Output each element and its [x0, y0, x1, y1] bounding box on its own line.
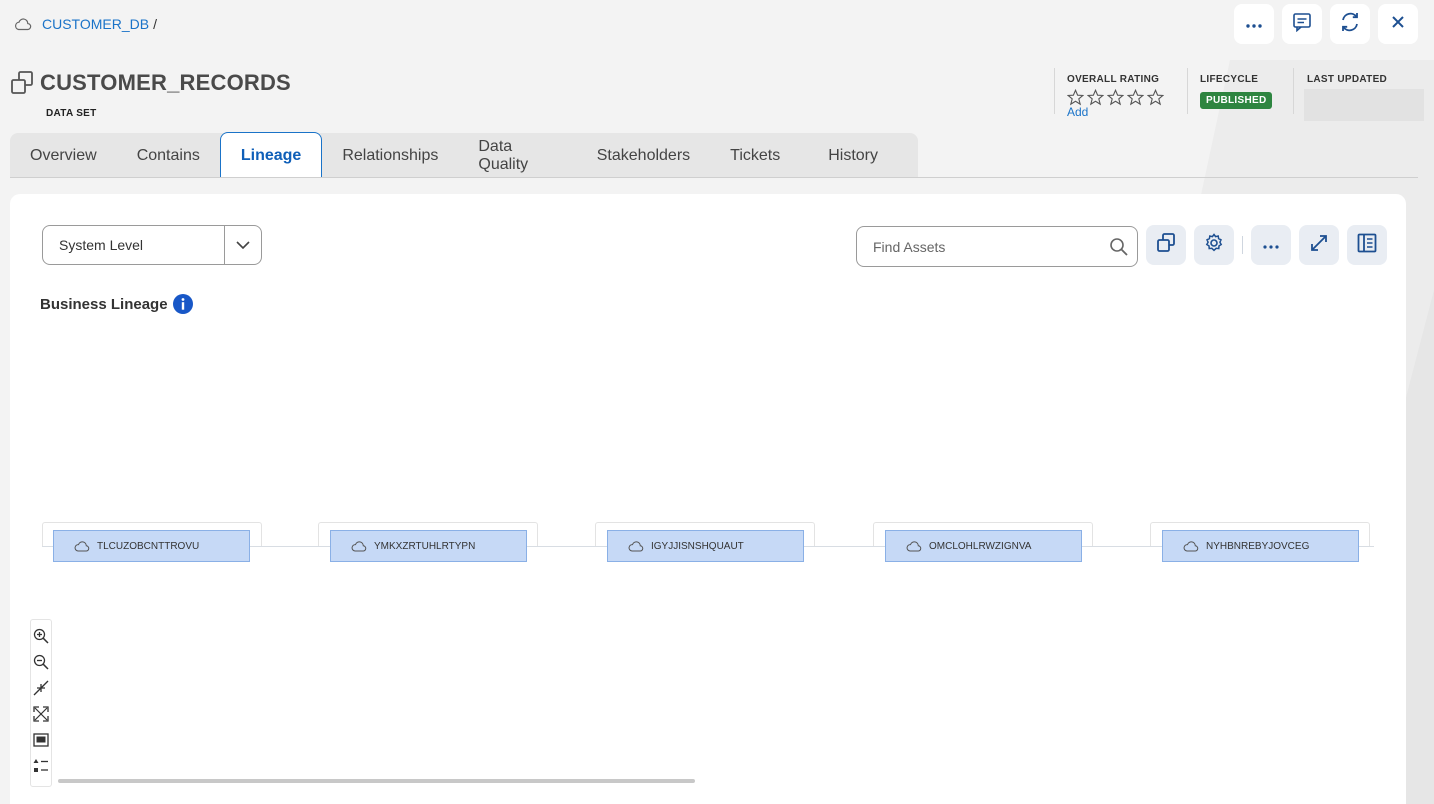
add-rating-link[interactable]: Add: [1067, 105, 1164, 119]
star-icon[interactable]: [1147, 89, 1164, 106]
side-panel-button[interactable]: [1347, 225, 1387, 265]
star-icon[interactable]: [1107, 89, 1124, 106]
status-badge: PUBLISHED: [1200, 92, 1273, 109]
breadcrumb: CUSTOMER_DB /: [14, 16, 157, 32]
close-button[interactable]: [1378, 4, 1418, 44]
cloud-icon: [906, 540, 922, 552]
tab-relationships[interactable]: Relationships: [322, 133, 458, 178]
legend-icon[interactable]: [32, 756, 50, 776]
chevron-down-icon[interactable]: [224, 226, 261, 264]
breadcrumb-separator: /: [153, 16, 157, 32]
search-input[interactable]: [857, 227, 1101, 266]
meta-divider: [1293, 68, 1294, 114]
comment-icon: [1292, 12, 1312, 37]
section-title: Business Lineage: [40, 294, 193, 314]
tab-underline: [10, 177, 1418, 178]
tab-stakeholders[interactable]: Stakeholders: [577, 133, 710, 178]
expand-button[interactable]: [1299, 225, 1339, 265]
star-icon[interactable]: [1067, 89, 1084, 106]
lifecycle-label: LIFECYCLE: [1200, 74, 1259, 85]
copy-lineage-button[interactable]: [1146, 225, 1186, 265]
node-label: TLCUZOBCNTTROVU: [97, 540, 200, 552]
settings-button[interactable]: [1194, 225, 1234, 265]
copy-icon: [1155, 232, 1177, 259]
info-icon[interactable]: [172, 294, 193, 314]
last-updated-value: [1304, 89, 1424, 121]
panel-icon: [1357, 233, 1377, 258]
cloud-icon: [1183, 540, 1199, 552]
last-updated-label: LAST UPDATED: [1307, 74, 1388, 85]
cloud-icon: [628, 540, 644, 552]
lineage-level-value: System Level: [59, 237, 144, 253]
toolbar-divider: [1242, 236, 1243, 254]
star-icon[interactable]: [1087, 89, 1104, 106]
dataset-icon: [10, 70, 34, 96]
page-header: CUSTOMER_RECORDS: [10, 70, 291, 96]
zoom-in-icon[interactable]: [32, 626, 50, 646]
node-label: YMKXZRTUHLRTYPN: [374, 540, 476, 552]
overall-rating-label: OVERALL RATING: [1067, 74, 1160, 85]
collapse-icon[interactable]: [32, 678, 50, 698]
refresh-button[interactable]: [1330, 4, 1370, 44]
lineage-node[interactable]: YMKXZRTUHLRTYPN: [330, 530, 527, 562]
meta-divider: [1054, 68, 1055, 114]
more-options-button[interactable]: [1251, 225, 1291, 265]
find-assets-search[interactable]: [856, 226, 1138, 267]
tab-overview[interactable]: Overview: [10, 133, 117, 178]
node-label: NYHBNREBYJOVCEG: [1206, 540, 1310, 552]
zoom-out-icon[interactable]: [32, 652, 50, 672]
cloud-icon: [14, 17, 32, 31]
comments-button[interactable]: [1282, 4, 1322, 44]
close-icon: [1391, 15, 1405, 34]
expand-icon: [1310, 234, 1328, 257]
more-actions-button[interactable]: [1234, 4, 1274, 44]
meta-divider: [1187, 68, 1188, 114]
breadcrumb-parent-link[interactable]: CUSTOMER_DB: [42, 16, 149, 32]
star-icon[interactable]: [1127, 89, 1144, 106]
cloud-icon: [351, 540, 367, 552]
node-label: OMCLOHLRWZIGNVA: [929, 540, 1032, 552]
last-updated: LAST UPDATED: [1304, 74, 1424, 121]
horizontal-scrollbar[interactable]: [58, 779, 695, 783]
more-icon: [1245, 15, 1263, 33]
rating-stars[interactable]: [1067, 89, 1164, 106]
tab-tickets[interactable]: Tickets: [710, 133, 800, 178]
zoom-toolbar: [30, 619, 52, 787]
lineage-panel: System Level Business Li: [10, 194, 1406, 804]
lineage-node[interactable]: TLCUZOBCNTTROVU: [53, 530, 250, 562]
asset-type-label: DATA SET: [46, 108, 97, 119]
more-icon: [1263, 236, 1279, 254]
overall-rating: OVERALL RATING Add: [1067, 74, 1164, 119]
minimap-icon[interactable]: [32, 730, 50, 750]
tab-contains[interactable]: Contains: [117, 133, 220, 178]
gear-icon: [1204, 232, 1224, 258]
lineage-node[interactable]: IGYJJISNSHQUAUT: [607, 530, 804, 562]
fit-to-screen-icon[interactable]: [32, 704, 50, 724]
tab-history[interactable]: History: [800, 133, 918, 178]
lifecycle: LIFECYCLE PUBLISHED: [1200, 74, 1273, 109]
business-lineage-label: Business Lineage: [40, 295, 168, 313]
page-title: CUSTOMER_RECORDS: [40, 70, 291, 95]
lineage-level-select[interactable]: System Level: [42, 225, 262, 265]
header-actions: [1234, 4, 1418, 44]
refresh-icon: [1339, 11, 1361, 38]
tab-lineage[interactable]: Lineage: [219, 132, 323, 178]
cloud-icon: [74, 540, 90, 552]
node-label: IGYJJISNSHQUAUT: [651, 540, 744, 552]
lineage-node[interactable]: NYHBNREBYJOVCEG: [1162, 530, 1359, 562]
search-icon[interactable]: [1101, 237, 1137, 257]
lineage-node[interactable]: OMCLOHLRWZIGNVA: [885, 530, 1082, 562]
tab-bar: Overview Contains Lineage Relationships …: [10, 132, 918, 178]
tab-data-quality[interactable]: Data Quality: [458, 133, 576, 178]
